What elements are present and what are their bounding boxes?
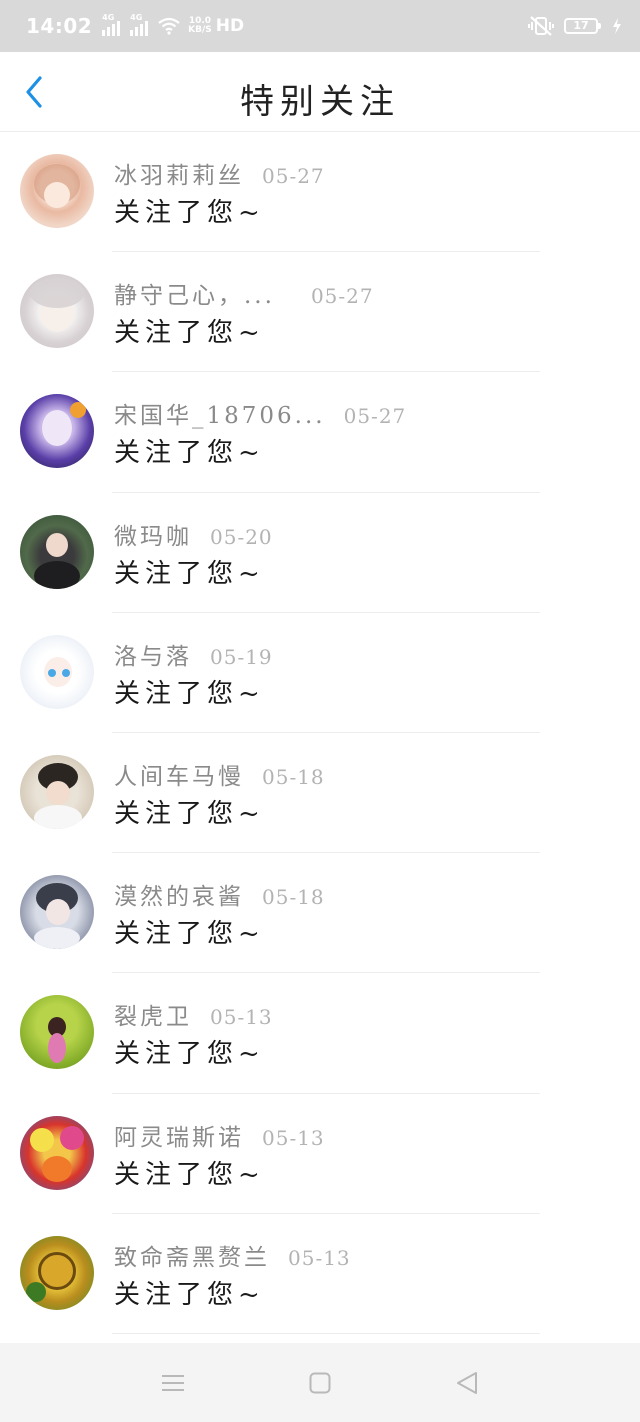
user-name: 宋国华_18706...	[114, 403, 326, 430]
user-name: 裂虎卫	[114, 1004, 192, 1031]
user-name: 漠然的哀酱	[114, 884, 244, 911]
follow-message: 关注了您~	[114, 198, 265, 228]
follow-message: 关注了您~	[114, 1159, 265, 1190]
follow-date: 05-13	[210, 1005, 273, 1030]
list-item[interactable]: 微玛咖 05-20 关注了您~	[0, 493, 640, 613]
wifi-icon	[158, 17, 180, 35]
list-item[interactable]: 宋国华_18706... 05-27 关注了您~	[0, 372, 640, 493]
list-item[interactable]: 裂虎卫 05-13 关注了您~	[0, 973, 640, 1094]
back-triangle-icon	[456, 1371, 477, 1394]
follow-date: 05-27	[310, 284, 374, 309]
page-title: 特别关注	[240, 82, 400, 122]
follow-date: 05-27	[262, 164, 325, 188]
follow-message: 关注了您~	[114, 318, 265, 349]
user-name: 洛与落	[114, 643, 192, 670]
home-button[interactable]	[300, 1363, 340, 1403]
list-item[interactable]: 漠然的哀酱 05-18 关注了您~	[0, 853, 640, 974]
follow-message: 关注了您~	[114, 438, 265, 469]
avatar[interactable]	[20, 634, 94, 709]
follow-message: 关注了您~	[114, 798, 265, 829]
follow-list: 冰羽莉莉丝 05-27 关注了您~ 静守己心，... 05-27 关注了您~ 宋…	[0, 132, 640, 1335]
signal-icon-2: 4G	[130, 13, 149, 36]
home-square-icon	[309, 1372, 331, 1393]
vibrate-mute-icon	[528, 16, 554, 36]
follow-date: 05-18	[262, 764, 325, 789]
avatar[interactable]	[20, 514, 94, 589]
list-item[interactable]: 阿灵瑞斯诺 05-13 关注了您~	[0, 1094, 640, 1214]
follow-date: 05-13	[288, 1245, 351, 1270]
user-name: 致命斋黑赘兰	[114, 1244, 270, 1271]
nav-header: 特别关注	[0, 52, 640, 132]
charging-icon	[613, 18, 621, 34]
list-item[interactable]: 人间车马慢 05-18 关注了您~	[0, 733, 640, 854]
avatar[interactable]	[20, 394, 94, 469]
follow-date: 05-19	[210, 644, 273, 669]
user-name: 静守己心，...	[114, 283, 275, 310]
avatar[interactable]	[20, 274, 94, 349]
avatar[interactable]	[20, 875, 94, 950]
user-name: 人间车马慢	[114, 763, 244, 790]
speed-unit: KB/S	[188, 25, 212, 35]
avatar[interactable]	[20, 1115, 94, 1190]
back-nav-button[interactable]	[447, 1363, 487, 1403]
follow-date: 05-18	[262, 885, 325, 910]
user-name: 阿灵瑞斯诺	[114, 1124, 244, 1151]
follow-date: 05-20	[210, 524, 273, 549]
avatar[interactable]	[20, 995, 94, 1070]
network-type-label-2: 4G	[130, 13, 143, 22]
user-name: 冰羽莉莉丝	[114, 163, 244, 189]
status-time: 14:02	[26, 14, 93, 38]
system-navigation-bar	[0, 1343, 640, 1422]
network-speed: 10.0 KB/S	[188, 17, 212, 35]
network-type-label: 4G	[102, 13, 115, 22]
follow-message: 关注了您~	[114, 1039, 265, 1070]
follow-message: 关注了您~	[114, 558, 265, 589]
follow-message: 关注了您~	[114, 1279, 265, 1310]
hd-badge: HD	[215, 16, 245, 36]
signal-icon: 4G	[102, 13, 121, 36]
follow-message: 关注了您~	[114, 678, 265, 709]
user-name: 微玛咖	[114, 523, 192, 550]
list-item[interactable]: 洛与落 05-19 关注了您~	[0, 613, 640, 734]
list-item[interactable]: 静守己心，... 05-27 关注了您~	[0, 252, 640, 373]
battery-indicator: 17	[564, 18, 601, 34]
menu-button[interactable]	[153, 1363, 193, 1403]
status-bar: 14:02 4G 4G 10.0 KB/S HD 17	[0, 0, 640, 52]
menu-icon	[162, 1374, 185, 1391]
list-item[interactable]: 冰羽莉莉丝 05-27 关注了您~	[0, 132, 640, 253]
follow-date: 05-27	[343, 404, 407, 429]
follow-date: 05-13	[262, 1125, 325, 1150]
list-item[interactable]: 致命斋黑赘兰 05-13 关注了您~	[0, 1214, 640, 1335]
avatar[interactable]	[20, 1235, 94, 1310]
avatar[interactable]	[20, 754, 94, 829]
follow-message: 关注了您~	[114, 919, 265, 950]
avatar[interactable]	[20, 154, 94, 228]
